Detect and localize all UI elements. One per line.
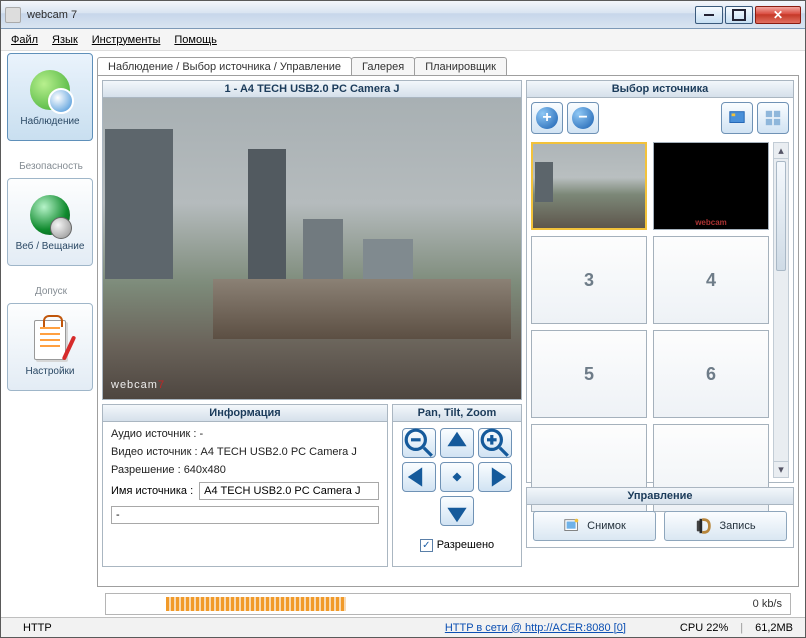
- close-button[interactable]: [755, 6, 801, 24]
- window-title: webcam 7: [27, 9, 77, 21]
- bandwidth-fill: [166, 597, 346, 611]
- statusbar: HTTP HTTP в сети @ http://ACER:8080 [0] …: [1, 617, 805, 637]
- scroll-thumb[interactable]: [776, 161, 786, 271]
- minimize-button[interactable]: [695, 6, 723, 24]
- ptz-panel: Pan, Tilt, Zoom: [392, 404, 522, 567]
- control-title: Управление: [527, 488, 793, 505]
- zoom-out-button[interactable]: [402, 428, 436, 458]
- ptz-down-button[interactable]: [440, 496, 474, 526]
- menu-help[interactable]: Помощь: [174, 34, 217, 46]
- ptz-home-button[interactable]: [440, 462, 474, 492]
- source-thumbnails: webcam 3 4 5 6: [531, 142, 769, 478]
- sidebar-item-settings[interactable]: Настройки: [7, 303, 93, 391]
- sidebar-item-surveillance[interactable]: Наблюдение: [7, 53, 93, 141]
- info-title: Информация: [103, 405, 387, 422]
- source-extra-input[interactable]: [111, 506, 379, 524]
- record-label: Запись: [719, 520, 755, 532]
- status-link[interactable]: HTTP в сети @ http://ACER:8080 [0]: [445, 622, 626, 634]
- scroll-down-icon[interactable]: ▾: [774, 461, 788, 477]
- sidebar-category-access: Допуск: [7, 270, 93, 299]
- camera-panel: 1 - A4 TECH USB2.0 PC Camera J webcam7: [102, 80, 522, 400]
- tabstrip: Наблюдение / Выбор источника / Управлени…: [97, 53, 799, 75]
- record-button[interactable]: Запись: [664, 511, 787, 541]
- source-thumb-5[interactable]: 5: [531, 330, 647, 418]
- menu-language[interactable]: Язык: [52, 34, 78, 46]
- source-title: Выбор источника: [527, 81, 793, 98]
- app-icon: [5, 7, 21, 23]
- sidebar: Наблюдение Безопасность Веб / Вещание До…: [7, 53, 93, 617]
- snapshot-label: Снимок: [587, 520, 626, 532]
- status-mem: 61,2MB: [755, 622, 793, 634]
- info-resolution: Разрешение : 640x480: [111, 464, 379, 476]
- source-thumb-2[interactable]: webcam: [653, 142, 769, 230]
- source-thumb-4[interactable]: 4: [653, 236, 769, 324]
- remove-source-button[interactable]: −: [567, 102, 599, 134]
- menubar: Файл Язык Инструменты Помощь: [1, 29, 805, 51]
- source-thumb-6[interactable]: 6: [653, 330, 769, 418]
- source-panel: Выбор источника + − webcam: [526, 80, 794, 483]
- thumbs-scrollbar[interactable]: ▴ ▾: [773, 142, 789, 478]
- tab-main[interactable]: Наблюдение / Выбор источника / Управлени…: [97, 57, 352, 75]
- tab-body: 1 - A4 TECH USB2.0 PC Camera J webcam7 И…: [97, 75, 799, 587]
- menu-tools[interactable]: Инструменты: [92, 34, 161, 46]
- menu-file[interactable]: Файл: [11, 34, 38, 46]
- status-http: HTTP: [13, 622, 62, 634]
- snapshot-button[interactable]: Снимок: [533, 511, 656, 541]
- ptz-right-button[interactable]: [478, 462, 512, 492]
- maximize-button[interactable]: [725, 6, 753, 24]
- ptz-up-button[interactable]: [440, 428, 474, 458]
- globe-icon: [30, 195, 70, 235]
- sidebar-label-settings: Настройки: [25, 366, 74, 377]
- snapshot-icon: [563, 517, 581, 535]
- scroll-up-icon[interactable]: ▴: [774, 143, 788, 159]
- ptz-allowed-checkbox[interactable]: ✓: [420, 539, 433, 552]
- info-audio: Аудио источник : -: [111, 428, 379, 440]
- titlebar[interactable]: webcam 7: [1, 1, 805, 29]
- ptz-title: Pan, Tilt, Zoom: [393, 405, 521, 422]
- sidebar-label-web: Веб / Вещание: [16, 241, 85, 252]
- tab-gallery[interactable]: Галерея: [351, 57, 415, 75]
- ptz-left-button[interactable]: [402, 462, 436, 492]
- source-thumb-3[interactable]: 3: [531, 236, 647, 324]
- sidebar-item-web[interactable]: Веб / Вещание: [7, 178, 93, 266]
- tab-scheduler[interactable]: Планировщик: [414, 57, 507, 75]
- grid-view-button[interactable]: [757, 102, 789, 134]
- camera-title: 1 - A4 TECH USB2.0 PC Camera J: [103, 81, 521, 98]
- watermark: webcam7: [111, 375, 165, 393]
- record-icon: [695, 517, 713, 535]
- info-video: Видео источник : A4 TECH USB2.0 PC Camer…: [111, 446, 379, 458]
- add-source-button[interactable]: +: [531, 102, 563, 134]
- source-name-label: Имя источника :: [111, 485, 193, 497]
- app-window: webcam 7 Файл Язык Инструменты Помощь На…: [0, 0, 806, 638]
- info-panel: Информация Аудио источник : - Видео исто…: [102, 404, 388, 567]
- clipboard-icon: [34, 320, 66, 360]
- sidebar-category-security: Безопасность: [7, 145, 93, 174]
- single-view-button[interactable]: [721, 102, 753, 134]
- source-name-input[interactable]: [199, 482, 379, 500]
- bandwidth-value: 0 kb/s: [753, 598, 782, 610]
- sidebar-label-surveillance: Наблюдение: [20, 116, 79, 127]
- webcam-icon: [30, 70, 70, 110]
- camera-view[interactable]: webcam7: [103, 98, 521, 399]
- control-panel: Управление Снимок Запись: [526, 487, 794, 548]
- ptz-allowed-label: Разрешено: [437, 539, 494, 551]
- source-thumb-1[interactable]: [531, 142, 647, 230]
- status-cpu: CPU 22%: [680, 622, 728, 634]
- zoom-in-button[interactable]: [478, 428, 512, 458]
- bandwidth-bar: 0 kb/s: [105, 593, 791, 615]
